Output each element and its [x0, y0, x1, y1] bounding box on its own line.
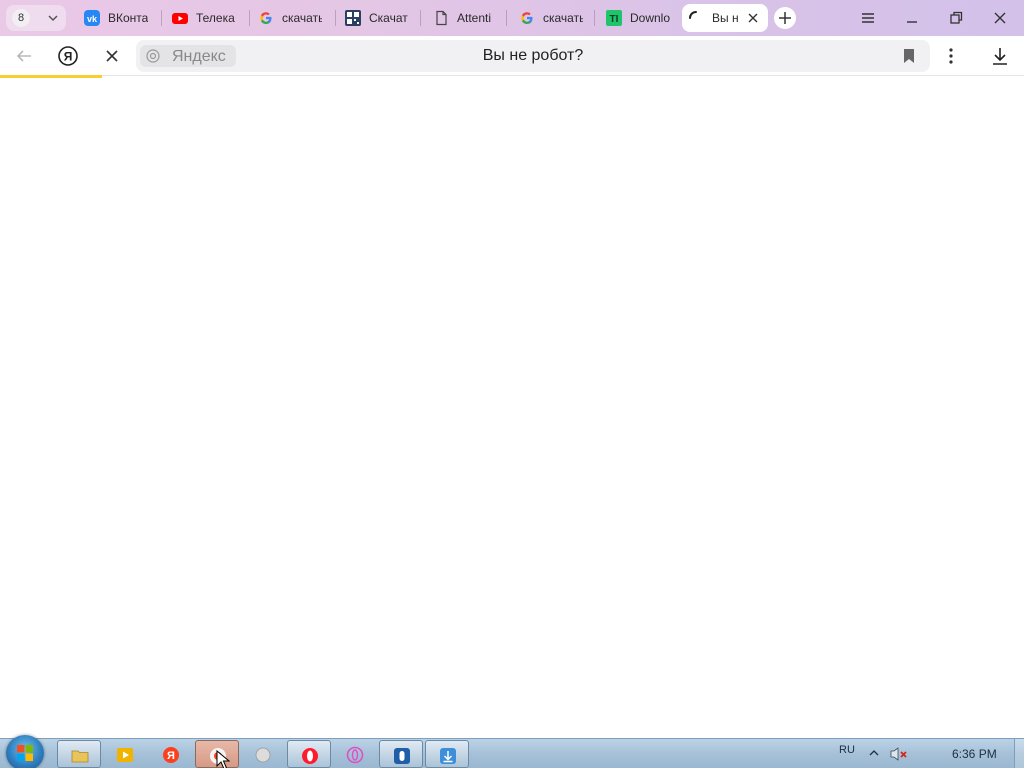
tab-count: 8 — [12, 9, 30, 27]
svg-text:Я: Я — [167, 750, 175, 762]
start-button[interactable] — [6, 735, 44, 768]
taskbar-downloader[interactable] — [425, 740, 469, 768]
tab-vk[interactable]: vk ВКонта — [78, 4, 162, 32]
close-tab-icon[interactable] — [746, 11, 760, 25]
taskbar-opera[interactable] — [287, 740, 331, 768]
bookmark-icon[interactable] — [902, 48, 916, 64]
tab-separator — [594, 10, 595, 26]
taskbar-app-blue[interactable] — [379, 740, 423, 768]
globe-icon — [255, 747, 271, 763]
protect-icon — [146, 49, 160, 63]
loading-spinner-icon — [689, 11, 697, 19]
ti-icon: TI — [606, 10, 622, 26]
app-blue-icon — [394, 748, 410, 764]
menu-hamburger-icon[interactable] — [858, 8, 878, 28]
chevron-down-icon — [48, 15, 58, 22]
show-desktop-button[interactable] — [1014, 739, 1024, 768]
tab-separator — [506, 10, 507, 26]
youtube-icon — [172, 13, 188, 24]
tab-title: ВКонта — [108, 11, 148, 25]
download-icon[interactable] — [988, 44, 1012, 68]
more-options-icon[interactable] — [939, 44, 963, 68]
tab-counter-button[interactable]: 8 — [6, 5, 66, 31]
svg-text:TI: TI — [610, 14, 619, 25]
google-icon — [260, 12, 272, 24]
tab-active-not-robot[interactable]: Вы н — [682, 4, 768, 32]
tab-separator — [420, 10, 421, 26]
vk-icon: vk — [84, 10, 100, 26]
opera-gx-icon — [346, 746, 364, 764]
tab-download-ti[interactable]: TI Downlo — [600, 4, 678, 32]
tray-expand-icon[interactable] — [869, 749, 879, 757]
windows-taskbar: Я RU 6:36 PM — [0, 735, 1024, 768]
windows-logo-icon — [17, 745, 33, 761]
back-arrow-icon[interactable] — [12, 44, 36, 68]
opera-icon — [302, 748, 318, 764]
tab-youtube[interactable]: Телека — [166, 4, 250, 32]
taskbar-yandex[interactable]: Я — [149, 740, 193, 768]
download-manager-icon — [440, 748, 456, 764]
search-engine-chip[interactable]: Яндекс — [140, 45, 236, 67]
yandex-icon: Я — [163, 747, 179, 763]
tab-strip: 8 vk ВКонта Телека скачать Скачат Attent… — [0, 0, 1024, 36]
minimize-icon[interactable] — [902, 8, 922, 28]
search-engine-label: Яндекс — [172, 48, 226, 65]
tab-separator — [161, 10, 162, 26]
tab-google-search-1[interactable]: скачать — [252, 4, 336, 32]
taskbar-explorer[interactable] — [57, 740, 101, 768]
tab-separator — [249, 10, 250, 26]
google-icon — [521, 12, 533, 24]
mouse-cursor-icon — [216, 750, 230, 768]
close-window-icon[interactable] — [990, 8, 1010, 28]
tab-separator — [335, 10, 336, 26]
tab-title: Downlo — [630, 11, 670, 25]
tab-download-site[interactable]: Скачат — [339, 4, 421, 32]
document-icon — [436, 10, 447, 26]
tab-title: скачать — [543, 11, 583, 25]
svg-text:Я: Я — [64, 50, 73, 64]
tab-attention[interactable]: Attenti — [427, 4, 507, 32]
qr-site-icon — [345, 10, 361, 26]
clock[interactable]: 6:36 PM — [952, 747, 997, 761]
page-title: Вы не робот? — [482, 47, 584, 64]
folder-icon — [71, 750, 89, 763]
tab-title: Скачат — [369, 11, 408, 25]
stop-loading-icon[interactable] — [100, 44, 124, 68]
svg-text:vk: vk — [87, 14, 98, 24]
tab-title: скачать — [282, 11, 322, 25]
volume-muted-icon[interactable] — [890, 746, 908, 762]
tab-title: Вы н — [712, 11, 739, 25]
media-player-icon — [117, 748, 133, 762]
plus-icon — [779, 12, 791, 24]
tab-title: Attenti — [457, 11, 492, 25]
tab-title: Телека — [196, 11, 235, 25]
new-tab-button[interactable] — [774, 7, 796, 29]
browser-toolbar: Я Яндекс Вы не робот? — [0, 36, 1024, 76]
tab-google-search-2[interactable]: скачать — [513, 4, 595, 32]
page-content[interactable] — [0, 78, 1024, 738]
yandex-logo-icon[interactable]: Я — [56, 44, 80, 68]
address-bar[interactable]: Яндекс Вы не робот? — [136, 40, 930, 72]
restore-icon[interactable] — [946, 8, 966, 28]
taskbar-opera-gx[interactable] — [333, 740, 377, 768]
language-indicator[interactable]: RU — [839, 744, 855, 756]
taskbar-media-player[interactable] — [103, 740, 147, 768]
taskbar-globe-app[interactable] — [241, 740, 285, 768]
